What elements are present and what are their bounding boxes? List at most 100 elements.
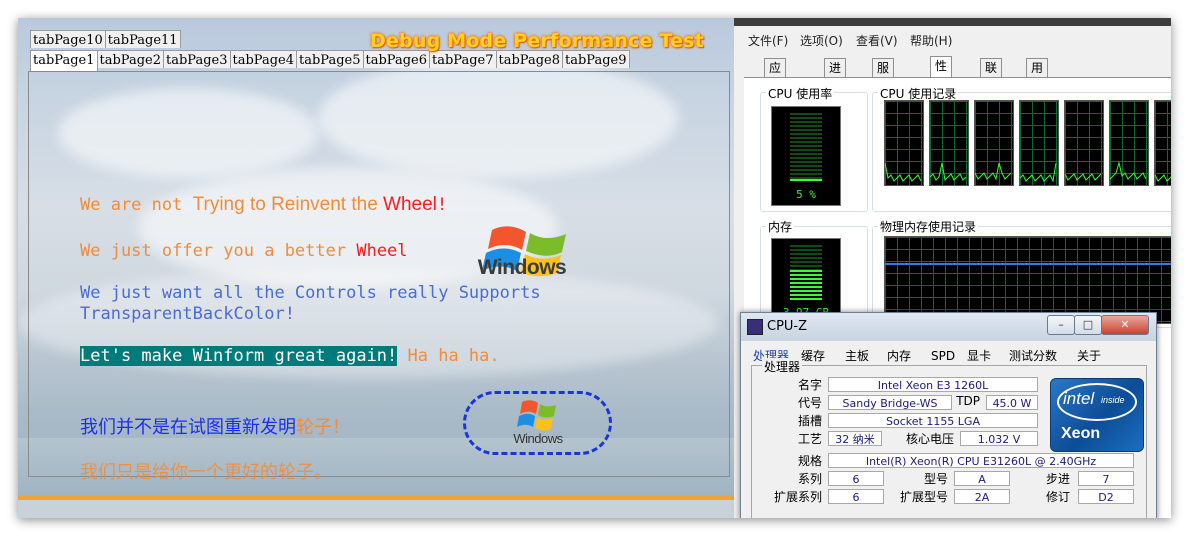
label-revision: 修订 (1045, 490, 1070, 504)
text-line-2: We just offer you a better Wheel (80, 241, 408, 261)
intel-xeon-logo: intel inside Xeon (1050, 378, 1144, 452)
tab-page3[interactable]: tabPage3 (163, 50, 231, 68)
highlight-text: Let's make Winform great again! (80, 346, 398, 366)
windows-logo-small: Windows (498, 399, 578, 451)
tab-bench[interactable]: 测试分数 (1009, 347, 1057, 365)
cpu-core-graph-line (1154, 174, 1171, 182)
cpu-core-graph-line (1064, 173, 1102, 181)
tab-page4[interactable]: tabPage4 (229, 50, 297, 68)
tab-page1[interactable]: tabPage1 (30, 50, 98, 71)
label-name: 名字 (797, 378, 822, 392)
maximize-button[interactable]: □ (1074, 315, 1102, 335)
processor-group-label: 处理器 (762, 358, 803, 375)
cpu-core-graph (929, 100, 969, 186)
cpuz-titlebar: CPU-Z – □ ✕ (741, 313, 1156, 341)
value-package: Socket 1155 LGA (828, 413, 1038, 428)
cpu-usage-meter: 5 % (771, 106, 841, 206)
memory-history-line (885, 263, 1171, 265)
line5-part-a: 我们并不是在试图重新发明 (80, 417, 296, 438)
tab-users[interactable]: 用户 (1026, 58, 1049, 93)
label-tdp: TDP (956, 394, 980, 408)
demo-title: Debug Mode Performance Test (370, 30, 704, 52)
value-ext-model: 2A (954, 489, 1010, 504)
value-specification: Intel(R) Xeon(R) CPU E31260L @ 2.40GHz (828, 453, 1134, 468)
value-tdp: 45.0 W (986, 395, 1038, 410)
text-line-6: 我们只是给你一个更好的轮子。 (80, 462, 332, 483)
text-line-4: Let's make Winform great again! Ha ha ha… (80, 346, 500, 366)
tab-graphics[interactable]: 显卡 (967, 347, 991, 365)
label-technology: 工艺 (797, 432, 822, 446)
text-line-3b: TransparentBackColor! (80, 304, 295, 324)
tab-applications[interactable]: 应用程序 (764, 58, 787, 129)
tab-page7[interactable]: tabPage7 (429, 50, 497, 68)
tab-page9[interactable]: tabPage9 (562, 50, 630, 68)
screenshot: tabPage10 tabPage11 tabPage1 tabPage2 ta… (18, 18, 1171, 518)
cpu-meter-track (790, 113, 822, 183)
line1-part-a: We are not (80, 195, 193, 215)
cpu-core-graph (1154, 100, 1171, 186)
value-ext-family: 6 (828, 489, 884, 504)
cpu-core-graph (974, 100, 1014, 186)
tab-mainboard[interactable]: 主板 (845, 347, 869, 365)
cpu-core-graph (1019, 100, 1059, 186)
line1-wheel: Wheel (383, 194, 437, 215)
label-family: 系列 (797, 472, 822, 486)
memory-history-label: 物理内存使用记录 (878, 218, 979, 235)
tab-networking[interactable]: 联网 (980, 58, 1003, 93)
tab-page2[interactable]: tabPage2 (96, 50, 164, 68)
xeon-text: Xeon (1061, 425, 1101, 442)
value-technology: 32 纳米 (828, 431, 882, 446)
tab-page6[interactable]: tabPage6 (362, 50, 430, 68)
tab-processes[interactable]: 进程 (824, 58, 847, 93)
line1-exclaim: ! (436, 195, 448, 215)
text-line-1: We are not Trying to Reinvent the Wheel! (80, 194, 447, 216)
cpu-usage-value: 5 % (796, 188, 816, 201)
tab-page10[interactable]: tabPage10 (30, 30, 106, 48)
tab-memory[interactable]: 内存 (887, 347, 911, 365)
line1-part-b: Trying to Reinvent the (192, 194, 384, 215)
tab-about[interactable]: 关于 (1077, 347, 1101, 365)
task-manager-menubar: 文件(F) 选项(O) 查看(V) 帮助(H) (734, 28, 1171, 50)
cpu-core-graph (1064, 100, 1104, 186)
intel-brand: intel (1063, 389, 1095, 408)
value-name: Intel Xeon E3 1260L (828, 377, 1038, 392)
memory-label: 内存 (766, 218, 795, 235)
cpuz-title: CPU-Z (767, 319, 808, 334)
text-line-5: 我们并不是在试图重新发明轮子！ (80, 413, 350, 439)
intel-inside: inside (1101, 395, 1125, 405)
value-codename: Sandy Bridge-WS (828, 395, 952, 410)
tab-cache[interactable]: 缓存 (801, 347, 825, 365)
text-line-3a: We just want all the Controls really Sup… (80, 283, 541, 303)
cpuz-processor-panel: 处理器 名字 Intel Xeon E3 1260L 代号 Sandy Brid… (751, 358, 1147, 518)
cpu-core-graph-line (884, 162, 922, 182)
cpu-meter-fill (790, 179, 822, 183)
label-codename: 代号 (797, 396, 822, 410)
menu-file[interactable]: 文件(F) (748, 32, 788, 49)
tab-page8[interactable]: tabPage8 (495, 50, 563, 68)
label-stepping: 步进 (1045, 472, 1070, 486)
tab-spd[interactable]: SPD (931, 347, 955, 365)
cpu-core-graph (884, 100, 924, 186)
cpu-usage-label: CPU 使用率 (766, 85, 835, 102)
task-manager-titlebar (734, 18, 1171, 26)
value-family: 6 (828, 471, 884, 486)
windows-flag-small-icon (517, 400, 556, 431)
tab-page11[interactable]: tabPage11 (104, 30, 181, 48)
line4-haha: Ha ha ha. (397, 346, 500, 366)
menu-view[interactable]: 查看(V) (856, 32, 898, 49)
tab-performance[interactable]: 性能 (930, 56, 953, 91)
label-specification: 规格 (797, 454, 822, 468)
cpu-core-graph-line (974, 162, 1012, 181)
line5-part-b: 轮子！ (296, 417, 350, 438)
minimize-button[interactable]: – (1047, 315, 1075, 335)
value-revision: D2 (1078, 489, 1134, 504)
cpu-core-graph (1109, 100, 1149, 186)
close-button[interactable]: ✕ (1101, 315, 1149, 335)
value-model: A (954, 471, 1010, 486)
menu-options[interactable]: 选项(O) (800, 32, 843, 49)
tab-services[interactable]: 服务 (872, 58, 895, 93)
cpu-core-graph-line (929, 162, 967, 182)
menu-help[interactable]: 帮助(H) (910, 32, 952, 49)
memory-history-graph (884, 236, 1171, 324)
tab-page5[interactable]: tabPage5 (296, 50, 364, 68)
